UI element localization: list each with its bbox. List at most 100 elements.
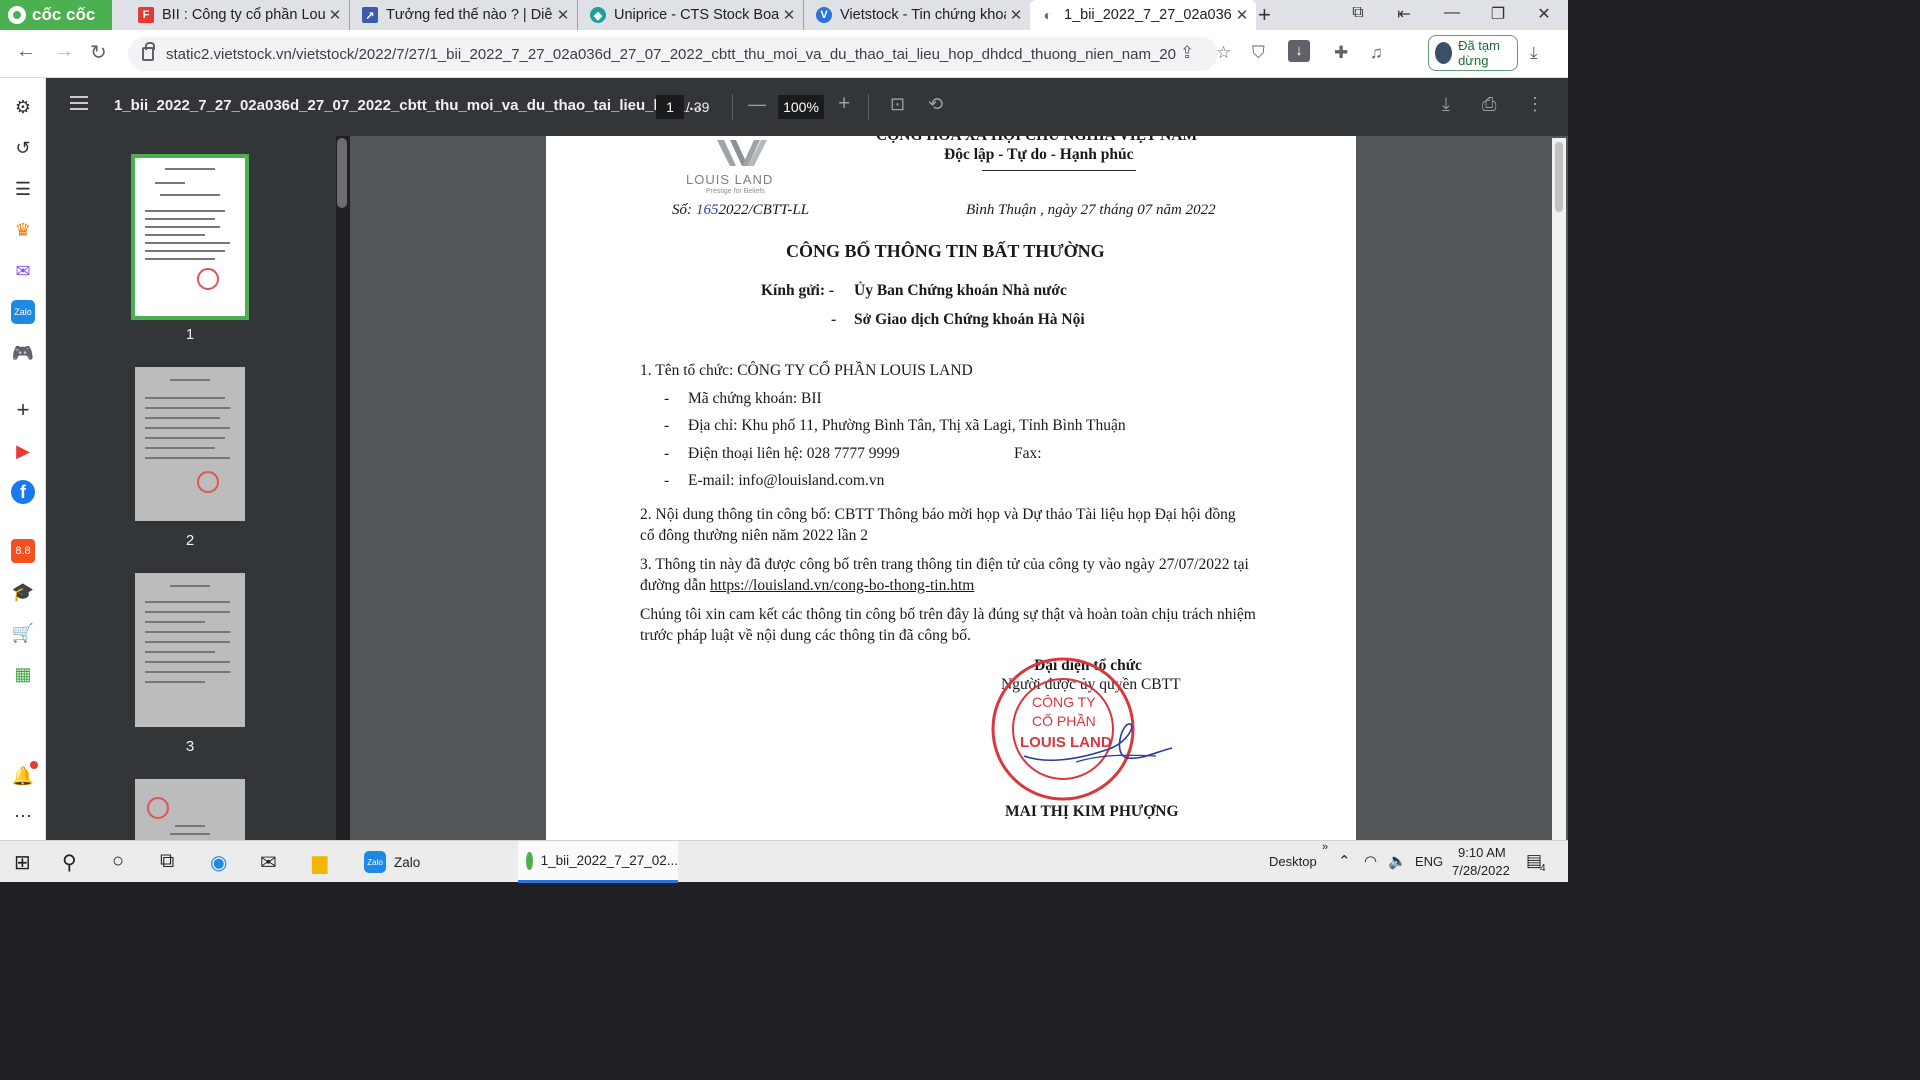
chevron-icon[interactable]: » bbox=[1322, 841, 1328, 853]
facebook-icon[interactable]: f bbox=[11, 480, 35, 504]
print-icon[interactable]: ⎙ bbox=[1482, 94, 1496, 115]
download-video-icon[interactable]: ↓ bbox=[1288, 40, 1310, 62]
page-total: / 39 bbox=[686, 99, 710, 115]
clock-date[interactable]: 7/28/2022 bbox=[1452, 863, 1510, 878]
graduation-cap-icon[interactable]: 🎓 bbox=[11, 580, 35, 604]
shopping-icon[interactable]: 8.8 bbox=[11, 539, 35, 563]
zoom-in-icon[interactable]: + bbox=[838, 92, 850, 116]
place-date: Bình Thuận , ngày 27 tháng 07 năm 2022 bbox=[966, 202, 1216, 218]
back-button[interactable]: ← bbox=[16, 40, 36, 63]
messenger-icon[interactable]: ✉ bbox=[11, 259, 35, 283]
close-icon[interactable]: ✕ bbox=[1006, 6, 1026, 24]
edge-icon[interactable]: ◉ bbox=[210, 850, 227, 875]
item-3-line-1: 3. Thông tin này đã được công bố trên tr… bbox=[640, 556, 1249, 573]
history-icon[interactable]: ↺ bbox=[11, 136, 35, 160]
brand-label: cốc cốc bbox=[32, 5, 96, 24]
download-icon[interactable]: ⤓ bbox=[1442, 94, 1450, 115]
minimize-button[interactable]: — bbox=[1432, 4, 1472, 22]
back-history-icon[interactable]: ⇤ bbox=[1384, 4, 1424, 24]
profile-paused-button[interactable]: Đã tạm dừng bbox=[1428, 35, 1518, 71]
crown-icon[interactable]: ♛ bbox=[11, 218, 35, 242]
thumbnail-label: 1 bbox=[185, 326, 195, 343]
coccoc-icon bbox=[526, 851, 533, 870]
language-indicator[interactable]: ENG bbox=[1415, 854, 1443, 869]
email: E-mail: info@louisland.com.vn bbox=[688, 472, 885, 489]
forward-button[interactable]: → bbox=[54, 40, 74, 63]
fit-page-icon[interactable]: ⊡ bbox=[890, 94, 905, 115]
search-icon[interactable]: ⚲ bbox=[62, 850, 77, 875]
close-icon[interactable]: ✕ bbox=[1232, 6, 1252, 24]
file-explorer-icon[interactable]: ▆ bbox=[312, 850, 327, 875]
spreadsheet-icon[interactable]: ▦ bbox=[11, 662, 35, 686]
coccoc-menu-button[interactable]: cốc cốc bbox=[0, 0, 112, 30]
thumbnail-page-2[interactable] bbox=[135, 367, 245, 521]
zalo-icon[interactable]: Zalo bbox=[11, 300, 35, 324]
rotate-icon[interactable]: ⟲ bbox=[928, 94, 943, 115]
zoom-input[interactable]: 100% bbox=[778, 95, 824, 119]
volume-icon[interactable]: 🔈 bbox=[1388, 852, 1407, 870]
close-window-button[interactable]: ✕ bbox=[1524, 4, 1564, 24]
reading-list-icon[interactable]: ♫ bbox=[1370, 43, 1383, 63]
stamp-thumb-icon bbox=[147, 797, 169, 819]
taskbar-app-coccoc[interactable]: 1_bii_2022_7_27_02... bbox=[518, 841, 678, 883]
hamburger-menu-icon[interactable] bbox=[70, 96, 88, 110]
share-icon[interactable]: ⇪ bbox=[1180, 43, 1194, 63]
thumbnail-page-4[interactable] bbox=[135, 779, 245, 840]
phone: Điện thoại liên hệ: 028 7777 9999 bbox=[688, 445, 900, 462]
restore-button[interactable]: ❐ bbox=[1478, 4, 1518, 24]
handwritten-signature-icon bbox=[1023, 723, 1173, 763]
youtube-icon[interactable]: ▶ bbox=[11, 439, 35, 463]
extensions-icon[interactable]: ✚ bbox=[1334, 43, 1348, 63]
stamp-thumb-icon bbox=[197, 268, 219, 290]
windows-start-icon[interactable]: ⊞ bbox=[14, 850, 31, 875]
downloads-icon[interactable]: ⤓ bbox=[1530, 43, 1538, 63]
show-hidden-icons-chevron-up-icon[interactable]: ⌃ bbox=[1338, 852, 1351, 870]
add-shortcut-icon[interactable]: + bbox=[11, 397, 35, 422]
more-actions-icon[interactable]: ⋮ bbox=[1526, 94, 1544, 115]
thumbnail-panel: 1 2 3 bbox=[46, 136, 336, 840]
reload-button[interactable]: ↻ bbox=[90, 40, 107, 65]
close-icon[interactable]: ✕ bbox=[325, 6, 345, 24]
more-icon[interactable]: ⋯ bbox=[11, 804, 35, 828]
disclosure-link[interactable]: https://louisland.vn/cong-bo-thong-tin.h… bbox=[710, 577, 974, 594]
thumbnail-label: 3 bbox=[185, 738, 195, 755]
scrollbar-thumb[interactable] bbox=[1555, 142, 1563, 212]
close-icon[interactable]: ✕ bbox=[779, 6, 799, 24]
clock-time[interactable]: 9:10 AM bbox=[1458, 845, 1506, 860]
globe-icon: ◐ bbox=[1040, 7, 1056, 23]
tab-pdf-active[interactable]: ◐ 1_bii_2022_7_27_02a036d ✕ bbox=[1030, 0, 1256, 30]
seal-line-1: CÔNG TY bbox=[1032, 694, 1096, 710]
cortana-icon[interactable]: ○ bbox=[112, 850, 124, 873]
thumbnail-page-1[interactable] bbox=[131, 154, 249, 320]
tab-search-icon[interactable]: ⧉ bbox=[1338, 4, 1378, 22]
settings-icon[interactable]: ⚙ bbox=[11, 95, 35, 119]
tab-fireant[interactable]: F BII : Công ty cổ phần Louis ✕ bbox=[128, 0, 350, 30]
tab-diendan[interactable]: ↗ Tưởng fed thế nào ? | Diễn ✕ bbox=[352, 0, 578, 30]
shield-icon[interactable]: ⛉ bbox=[1252, 43, 1265, 63]
close-icon[interactable]: ✕ bbox=[553, 6, 573, 24]
tab-title: BII : Công ty cổ phần Louis bbox=[162, 7, 325, 23]
tab-vietstock[interactable]: V Vietstock - Tin chứng khoán ✕ bbox=[806, 0, 1030, 30]
thumbnail-page-3[interactable] bbox=[135, 573, 245, 727]
cart-icon[interactable]: 🛒 bbox=[11, 621, 35, 645]
new-tab-button[interactable]: + bbox=[1258, 2, 1271, 28]
address-bar[interactable]: static2.vietstock.vn/vietstock/2022/7/27… bbox=[128, 37, 1218, 71]
mail-icon[interactable]: ✉ bbox=[260, 850, 277, 875]
desktop-label[interactable]: Desktop bbox=[1269, 854, 1317, 869]
reader-list-icon[interactable]: ☰ bbox=[11, 177, 35, 201]
taskbar-app-zalo[interactable]: Zalo Zalo bbox=[356, 841, 514, 883]
game-controller-icon[interactable]: 🎮 bbox=[11, 341, 35, 365]
item-1-org-name: 1. Tên tổ chức: CÔNG TY CỔ PHẦN LOUIS LA… bbox=[640, 362, 973, 379]
motto-underline bbox=[982, 170, 1136, 171]
tab-uniprice[interactable]: ◆ Uniprice - CTS Stock Board ✕ bbox=[580, 0, 804, 30]
wifi-icon[interactable]: ◠ bbox=[1364, 852, 1377, 870]
bullet-dash: - bbox=[664, 445, 670, 462]
task-view-icon[interactable]: ⧉ bbox=[160, 850, 174, 873]
zoom-out-icon[interactable]: — bbox=[748, 94, 766, 115]
thumbnail-scrollbar[interactable] bbox=[337, 138, 347, 208]
page-number-input[interactable]: 1 bbox=[656, 95, 684, 119]
browser-toolbar: ← → ↻ static2.vietstock.vn/vietstock/202… bbox=[0, 30, 1568, 78]
viewer-scrollbar[interactable] bbox=[1552, 138, 1566, 840]
bookmark-star-icon[interactable]: ☆ bbox=[1216, 43, 1231, 63]
avatar bbox=[1435, 42, 1453, 64]
